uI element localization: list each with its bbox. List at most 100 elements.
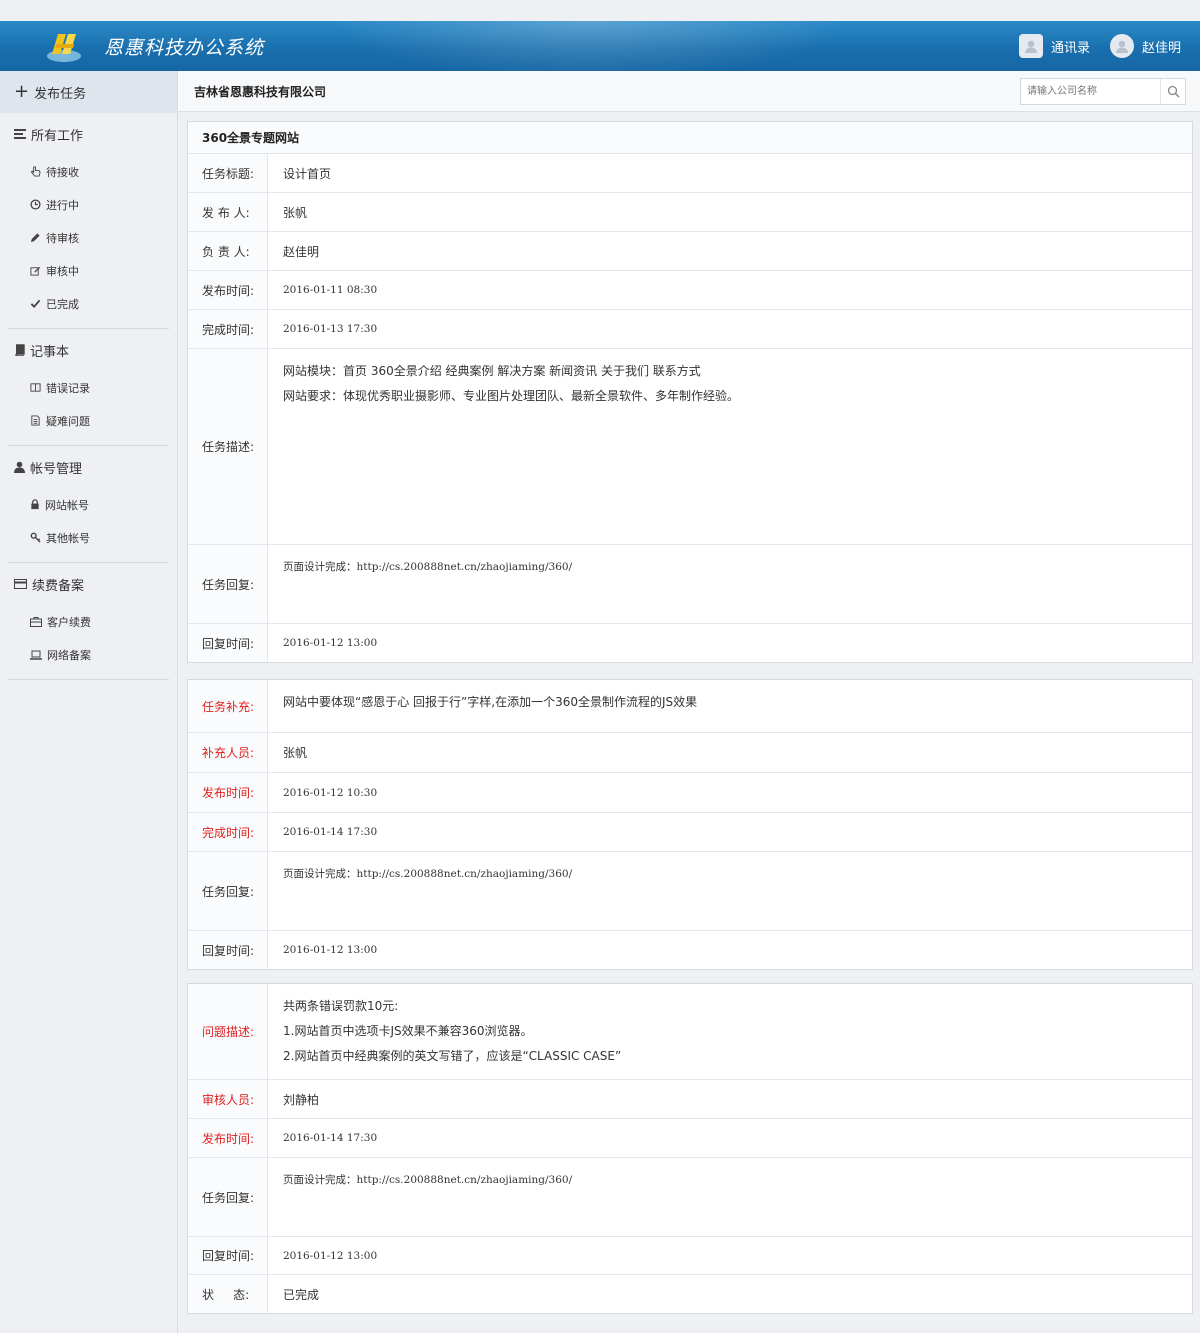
briefcase-icon: [30, 617, 42, 627]
supplement-row-reply: 任务回复: 页面设计完成：http://cs.200888net.cn/zhao…: [188, 852, 1192, 931]
nav-group-all-work: 所有工作 待接收 进行中 待审核 审核中 已完成: [8, 113, 169, 329]
field-label: 发布时间:: [188, 271, 268, 309]
publish-task-button[interactable]: + 发布任务: [0, 71, 177, 113]
supplement-row-note: 任务补充: 网站中要体现“感恩于心 回报于行”字样,在添加一个360全景制作流程…: [188, 680, 1192, 733]
task-row-reply: 任务回复: 页面设计完成：http://cs.200888net.cn/zhao…: [188, 545, 1192, 624]
supplement-row-finish-time: 完成时间: 2016-01-14 17:30: [188, 813, 1192, 852]
credit-card-icon: [14, 579, 27, 589]
nav-head-accounts[interactable]: 帐号管理: [8, 446, 169, 488]
field-value: 2016-01-12 10:30: [283, 786, 378, 799]
field-value: 张帆: [283, 746, 308, 760]
task-row-finish-time: 完成时间: 2016-01-13 17:30: [188, 310, 1192, 349]
task-row-owner: 负 责 人: 赵佳明: [188, 232, 1192, 271]
supplement-row-person: 补充人员: 张帆: [188, 733, 1192, 773]
field-label: 发布时间:: [188, 773, 268, 812]
supplement-row-reply-time: 回复时间: 2016-01-12 13:00: [188, 931, 1192, 969]
field-value: 页面设计完成：http://cs.200888net.cn/zhaojiamin…: [268, 545, 1192, 623]
sidebar-item-completed[interactable]: 已完成: [8, 287, 169, 320]
sidebar: + 发布任务 所有工作 待接收 进行中 待审核 审核中 已完成 记事本 错误记录…: [0, 71, 178, 1333]
field-label: 完成时间:: [188, 310, 268, 348]
field-label: 审核人员:: [188, 1080, 268, 1118]
field-label: 发布时间:: [188, 1119, 268, 1157]
field-value: 2016-01-12 13:00: [283, 944, 378, 956]
field-label: 任务标题:: [188, 154, 268, 192]
nav-head-renewal[interactable]: 续费备案: [8, 563, 169, 605]
nav-group-accounts: 帐号管理 网站帐号 其他帐号: [8, 446, 169, 563]
field-value: 2016-01-12 13:00: [283, 1249, 378, 1262]
review-row-reviewer: 审核人员: 刘静柏: [188, 1080, 1192, 1119]
sidebar-item-label: 疑难问题: [46, 414, 90, 428]
task-heading: 360全景专题网站: [188, 122, 1192, 154]
main-content: 吉林省恩惠科技有限公司 360全景专题网站 任务标题: 设计首页 发 布 人: …: [178, 71, 1200, 1333]
task-row-title: 任务标题: 设计首页: [188, 154, 1192, 193]
review-row-reply-time: 回复时间: 2016-01-12 13:00: [188, 1237, 1192, 1275]
field-label: 回复时间:: [188, 1237, 268, 1274]
edit-icon: [30, 266, 41, 276]
sidebar-item-label: 待审核: [46, 231, 79, 245]
field-label: 补充人员:: [188, 733, 268, 772]
search-button[interactable]: [1160, 79, 1185, 104]
issue-line: 共两条错误罚款10元:: [283, 999, 399, 1013]
sidebar-item-network-filing[interactable]: 网络备案: [8, 638, 169, 671]
task-row-publisher: 发 布 人: 张帆: [188, 193, 1192, 232]
field-value: 页面设计完成：http://cs.200888net.cn/zhaojiamin…: [268, 1158, 1192, 1236]
reply-text: 页面设计完成：http://cs.200888net.cn/zhaojiamin…: [283, 868, 573, 880]
check-icon: [30, 299, 41, 309]
description-line: 网站要求：体现优秀职业摄影师、专业图片处理团队、最新全景软件、多年制作经验。: [283, 389, 740, 403]
field-value: 2016-01-11 08:30: [283, 284, 378, 296]
sidebar-item-label: 已完成: [46, 297, 79, 311]
sidebar-item-website-accounts[interactable]: 网站帐号: [8, 488, 169, 521]
review-row-publish-time: 发布时间: 2016-01-14 17:30: [188, 1119, 1192, 1158]
nav-head-notebook[interactable]: 记事本: [8, 329, 169, 371]
task-row-publish-time: 发布时间: 2016-01-11 08:30: [188, 271, 1192, 310]
sidebar-item-label: 网络备案: [47, 648, 91, 662]
contacts-link[interactable]: 通讯录: [1019, 34, 1090, 58]
sidebar-item-pending-receive[interactable]: 待接收: [8, 155, 169, 188]
contacts-label: 通讯录: [1051, 40, 1091, 56]
field-label: 任务回复:: [188, 852, 268, 930]
sidebar-item-pending-review[interactable]: 待审核: [8, 221, 169, 254]
field-value: 刘静柏: [283, 1092, 320, 1107]
book-icon: [15, 344, 25, 356]
search-icon: [1167, 85, 1180, 98]
issue-line: 1.网站首页中选项卡JS效果不兼容360浏览器。: [283, 1024, 533, 1038]
laptop-icon: [30, 650, 42, 660]
field-label: 回复时间:: [188, 624, 268, 662]
supplement-row-publish-time: 发布时间: 2016-01-12 10:30: [188, 773, 1192, 813]
reply-text: 页面设计完成：http://cs.200888net.cn/zhaojiamin…: [283, 1174, 573, 1186]
sidebar-item-label: 待接收: [46, 165, 79, 179]
field-value: 网站模块：首页 360全景介绍 经典案例 解决方案 新闻资讯 关于我们 联系方式…: [268, 349, 1192, 544]
field-label: 负 责 人:: [188, 232, 268, 270]
sidebar-item-difficult-issues[interactable]: 疑难问题: [8, 404, 169, 437]
field-value: 设计首页: [283, 166, 332, 181]
field-label: 任务回复:: [188, 1158, 268, 1236]
user-menu[interactable]: 赵佳明: [1110, 34, 1181, 58]
field-label: 发 布 人:: [188, 193, 268, 231]
sidebar-item-label: 进行中: [46, 198, 79, 212]
field-value: 页面设计完成：http://cs.200888net.cn/zhaojiamin…: [268, 852, 1192, 930]
task-row-reply-time: 回复时间: 2016-01-12 13:00: [188, 624, 1192, 662]
plus-icon: +: [14, 81, 30, 102]
sidebar-item-in-progress[interactable]: 进行中: [8, 188, 169, 221]
field-label: 状 态:: [188, 1275, 268, 1313]
nav-head-label: 所有工作: [31, 128, 84, 144]
sidebar-item-label: 其他帐号: [46, 531, 90, 545]
field-value: 张帆: [283, 205, 308, 220]
nav-head-all-work[interactable]: 所有工作: [8, 113, 169, 155]
supplement-panel: 任务补充: 网站中要体现“感恩于心 回报于行”字样,在添加一个360全景制作流程…: [187, 679, 1193, 970]
nav-head-label: 记事本: [30, 344, 70, 360]
field-label: 问题描述:: [188, 984, 268, 1079]
sidebar-item-error-records[interactable]: 错误记录: [8, 371, 169, 404]
status-value: 已完成: [283, 1287, 320, 1302]
avatar: [1110, 34, 1134, 58]
sidebar-item-label: 客户续费: [47, 615, 91, 629]
nav-head-label: 续费备案: [32, 578, 85, 594]
sidebar-item-reviewing[interactable]: 审核中: [8, 254, 169, 287]
sidebar-item-other-accounts[interactable]: 其他帐号: [8, 521, 169, 554]
sidebar-item-label: 网站帐号: [45, 498, 89, 512]
search-input[interactable]: [1021, 79, 1161, 104]
field-value: 2016-01-12 13:00: [283, 637, 378, 649]
sidebar-item-customer-renewal[interactable]: 客户续费: [8, 605, 169, 638]
company-name: 吉林省恩惠科技有限公司: [194, 84, 327, 99]
app-header: 恩惠科技办公系统 通讯录 赵佳明: [0, 21, 1200, 71]
